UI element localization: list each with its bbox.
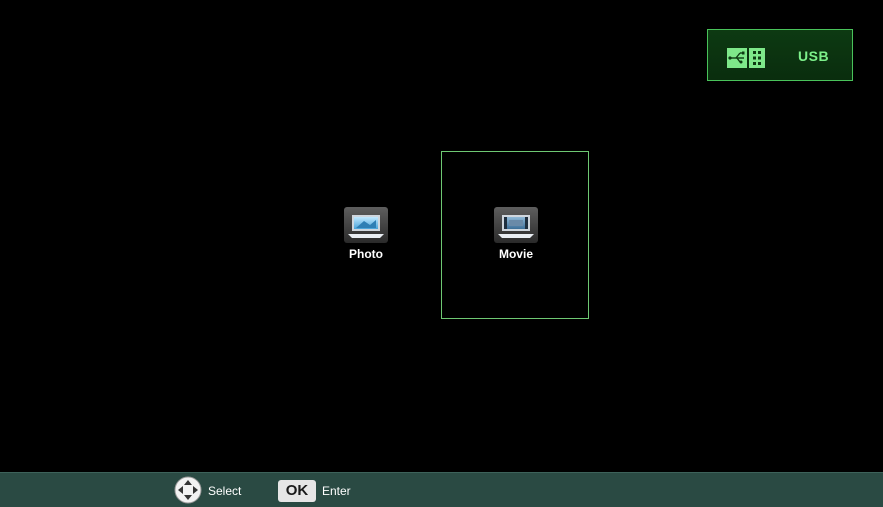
select-hint-label: Select	[208, 484, 242, 498]
usb-icon	[727, 48, 765, 68]
usb-label: USB	[798, 48, 830, 64]
photo-tile[interactable]: Photo	[334, 207, 398, 261]
movie-label: Movie	[498, 247, 533, 261]
select-hint: Select	[174, 476, 242, 504]
photo-icon	[344, 207, 388, 243]
enter-hint-label: Enter	[322, 484, 351, 498]
hint-bar: Select OK Enter	[0, 472, 883, 507]
dpad-icon	[174, 476, 202, 504]
ok-key-icon: OK	[278, 480, 316, 502]
usb-source-indicator[interactable]: USB	[707, 29, 853, 81]
enter-hint: OK Enter	[278, 480, 351, 502]
media-browser-screen: USB Photo Movie Select OK Enter	[0, 0, 883, 507]
photo-label: Photo	[349, 247, 383, 261]
movie-icon	[494, 207, 538, 243]
movie-tile[interactable]: Movie	[484, 207, 548, 261]
